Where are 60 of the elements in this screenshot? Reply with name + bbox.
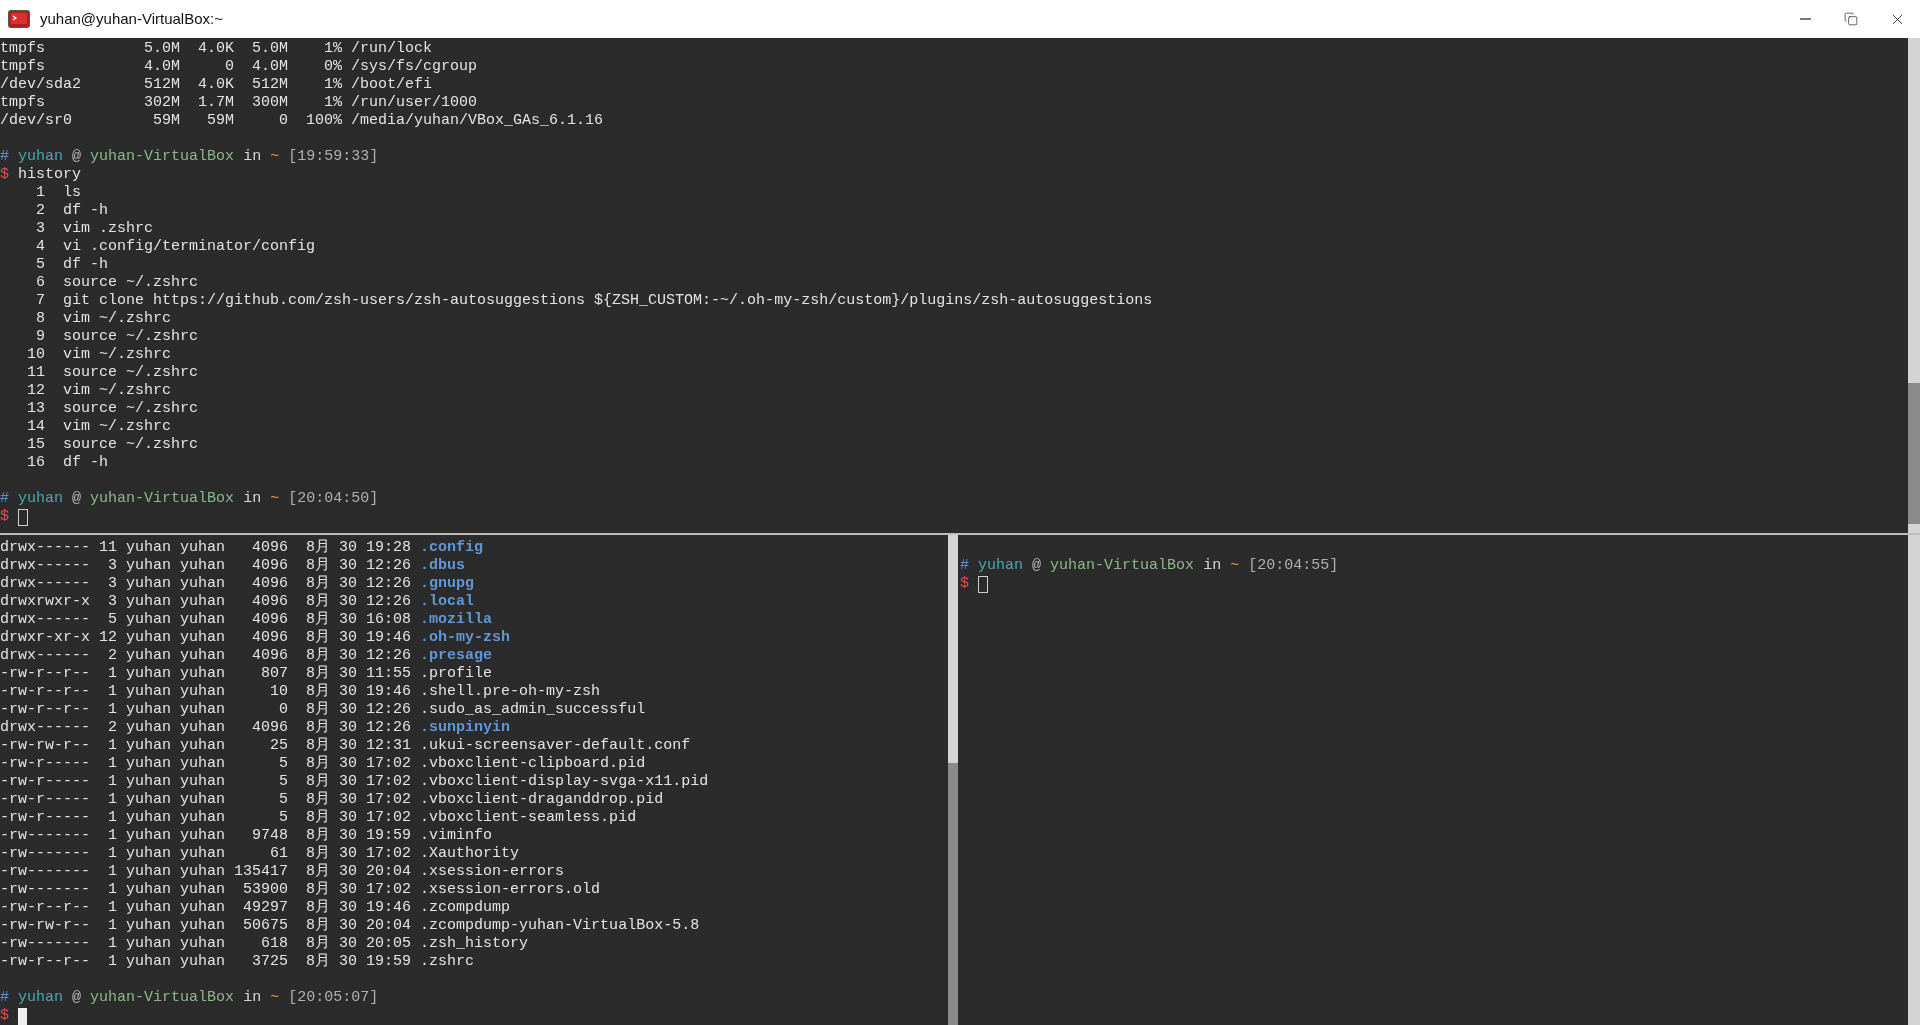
file-entry: drwx------ 2 yuhan yuhan 4096 8月 30 12:26 .sunpinyin xyxy=(0,719,512,737)
file-entry: drwxrwxr-x 3 yuhan yuhan 4096 8月 30 12:26 .local xyxy=(0,593,476,611)
command-text: history xyxy=(18,166,82,184)
terminal-output: 9 source ~/.zshrc xyxy=(35,328,200,346)
file-entry: -rw-r----- 1 yuhan yuhan 5 8月 30 17:02 .vboxclient-draganddrop.pid xyxy=(0,791,665,809)
terminal-output: 11 source ~/.zshrc xyxy=(26,364,200,382)
file-entry: drwx------ 2 yuhan yuhan 4096 8月 30 12:26 .presage xyxy=(0,647,494,665)
prompt-line: # yuhan @ yuhan-VirtualBox in ~ [20:04:55] xyxy=(960,557,1340,575)
prompt-symbol: $ xyxy=(960,575,969,593)
terminal-output: 8 vim ~/.zshrc xyxy=(35,310,173,328)
file-entry: -rw-r----- 1 yuhan yuhan 5 8月 30 17:02 .vboxclient-clipboard.pid xyxy=(0,755,647,773)
file-entry: -rw-r--r-- 1 yuhan yuhan 49297 8月 30 19:46 .zcompdump xyxy=(0,899,512,917)
terminal-output: tmpfs 4.0M 0 4.0M 0% /sys/fs/cgroup xyxy=(0,58,479,76)
terminal-output: 7 git clone https://github.com/zsh-users/zsh-autosuggestions ${ZSH_CUSTOM:-~/.oh-my-zsh/custom}/plugins/zsh-autosuggestions xyxy=(35,292,1154,310)
terminal-output: 15 source ~/.zshrc xyxy=(26,436,200,454)
terminal-icon xyxy=(8,10,30,28)
file-entry: drwx------ 5 yuhan yuhan 4096 8月 30 16:08 .mozilla xyxy=(0,611,494,629)
terminal-output: 4 vi .config/terminator/config xyxy=(35,238,317,256)
prompt-line: # yuhan @ yuhan-VirtualBox in ~ [20:04:50] xyxy=(0,490,380,508)
terminal-output: 16 df -h xyxy=(26,454,110,472)
window-title: yuhan@yuhan-VirtualBox:~ xyxy=(40,8,223,29)
file-entry: -rw------- 1 yuhan yuhan 61 8月 30 17:02 .Xauthority xyxy=(0,845,521,863)
file-entry: drwx------ 11 yuhan yuhan 4096 8月 30 19:28 .config xyxy=(0,539,485,557)
terminal-output: 6 source ~/.zshrc xyxy=(35,274,200,292)
file-entry: -rw------- 1 yuhan yuhan 618 8月 30 20:05 .zsh_history xyxy=(0,935,530,953)
file-entry: -rw------- 1 yuhan yuhan 53900 8月 30 17:02 .xsession-errors.old xyxy=(0,881,602,899)
terminal-output: 3 vim .zshrc xyxy=(35,220,155,238)
file-entry: -rw-r--r-- 1 yuhan yuhan 10 8月 30 19:46 .shell.pre-oh-my-zsh xyxy=(0,683,602,701)
file-entry: drwx------ 3 yuhan yuhan 4096 8月 30 12:26 .gnupg xyxy=(0,575,476,593)
prompt-symbol: $ xyxy=(0,166,9,184)
terminal-output: tmpfs 302M 1.7M 300M 1% /run/user/1000 xyxy=(0,94,479,112)
terminal-output: tmpfs 5.0M 4.0K 5.0M 1% /run/lock xyxy=(0,40,434,58)
terminal-output: 1 ls xyxy=(35,184,82,202)
terminal-output: 5 df -h xyxy=(35,256,110,274)
terminal-output: 2 df -h xyxy=(35,202,110,220)
minimize-icon xyxy=(1799,18,1811,20)
file-entry: -rw-r--r-- 1 yuhan yuhan 807 8月 30 11:55 .profile xyxy=(0,665,494,683)
file-entry: -rw-rw-r-- 1 yuhan yuhan 25 8月 30 12:31 .ukui-screensaver-default.conf xyxy=(0,737,692,755)
file-entry: -rw------- 1 yuhan yuhan 135417 8月 30 20:04 .xsession-errors xyxy=(0,863,566,881)
scrollbar-thumb[interactable] xyxy=(948,763,958,1025)
scrollbar-thumb[interactable] xyxy=(1908,383,1920,524)
file-entry: -rw-rw-r-- 1 yuhan yuhan 50675 8月 30 20:04 .zcompdump-yuhan-VirtualBox-5.8 xyxy=(0,917,701,935)
file-entry: -rw-r----- 1 yuhan yuhan 5 8月 30 17:02 .vboxclient-display-svga-x11.pid xyxy=(0,773,710,791)
prompt-line: # yuhan @ yuhan-VirtualBox in ~ [19:59:33] xyxy=(0,148,380,166)
terminal-output: 13 source ~/.zshrc xyxy=(26,400,200,418)
prompt-symbol: $ xyxy=(0,508,9,526)
file-entry: -rw-r--r-- 1 yuhan yuhan 3725 8月 30 19:59 .zshrc xyxy=(0,953,476,971)
terminal-output: 10 vim ~/.zshrc xyxy=(26,346,173,364)
file-entry: -rw-r--r-- 1 yuhan yuhan 0 8月 30 12:26 .sudo_as_admin_successful xyxy=(0,701,647,719)
file-entry: -rw------- 1 yuhan yuhan 9748 8月 30 19:59 .viminfo xyxy=(0,827,494,845)
terminal-output: 14 vim ~/.zshrc xyxy=(26,418,173,436)
prompt-symbol: $ xyxy=(0,1007,9,1025)
restore-icon xyxy=(1844,12,1858,26)
file-entry: drwx------ 3 yuhan yuhan 4096 8月 30 12:26 .dbus xyxy=(0,557,467,575)
prompt-line: # yuhan @ yuhan-VirtualBox in ~ [20:05:07] xyxy=(0,989,380,1007)
file-entry: -rw-r----- 1 yuhan yuhan 5 8月 30 17:02 .vboxclient-seamless.pid xyxy=(0,809,638,827)
terminal-output: /dev/sr0 59M 59M 0 100% /media/yuhan/VBox_GAs_6.1.16 xyxy=(0,112,605,130)
terminal-output: /dev/sda2 512M 4.0K 512M 1% /boot/efi xyxy=(0,76,434,94)
file-entry: drwxr-xr-x 12 yuhan yuhan 4096 8月 30 19:46 .oh-my-zsh xyxy=(0,629,512,647)
terminal-output: 12 vim ~/.zshrc xyxy=(26,382,173,400)
